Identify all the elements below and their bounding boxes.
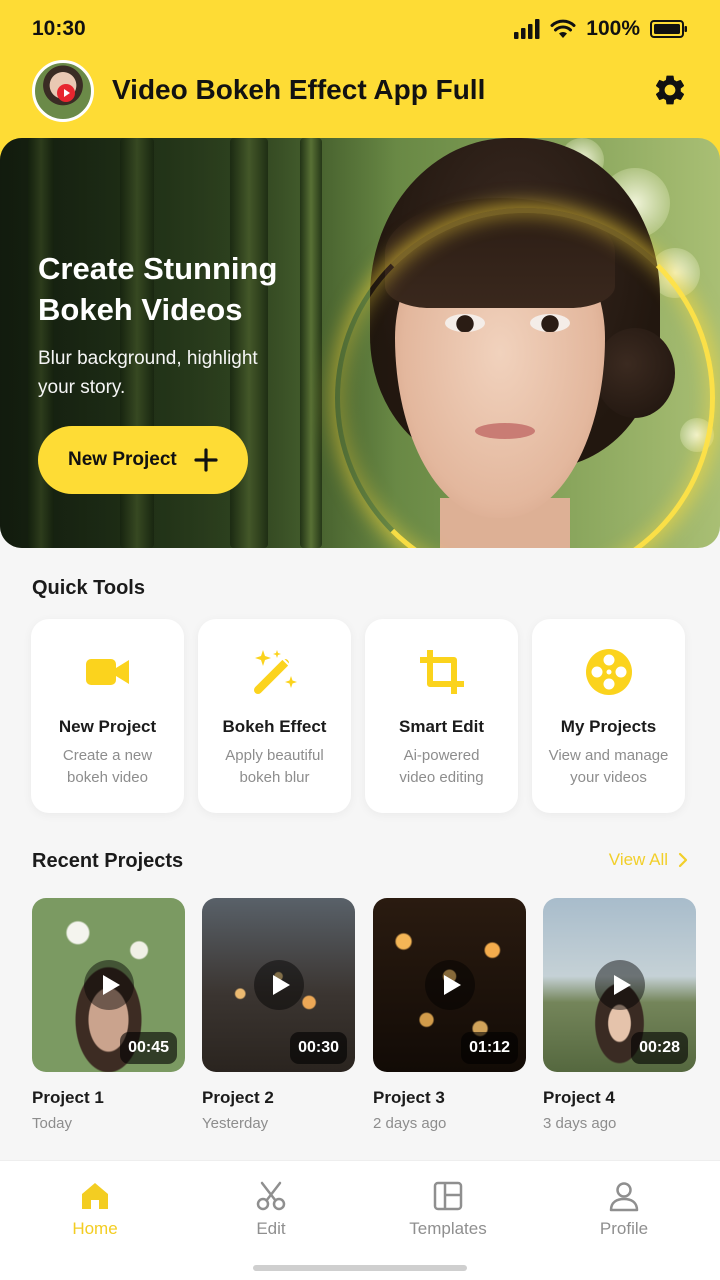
tool-name: Smart Edit bbox=[398, 717, 485, 736]
tool-name: New Project bbox=[58, 717, 157, 736]
play-icon[interactable] bbox=[253, 960, 304, 1010]
tool-my-projects[interactable]: My Projects View and manage your videos bbox=[532, 619, 685, 813]
video-camera-icon bbox=[85, 659, 129, 685]
tool-desc: Apply beautiful bokeh blur bbox=[225, 747, 324, 786]
tool-name: My Projects bbox=[560, 717, 657, 736]
project-date: Yesterday bbox=[202, 1115, 269, 1132]
home-indicator bbox=[253, 1265, 467, 1271]
project-date: Today bbox=[32, 1115, 73, 1132]
status-indicators: 100% bbox=[514, 16, 688, 42]
settings-button[interactable] bbox=[650, 70, 690, 110]
project-card[interactable]: 00:30 Project 2 Yesterday bbox=[202, 898, 355, 1132]
plus-icon bbox=[194, 448, 218, 472]
nav-edit[interactable]: Edit bbox=[201, 1179, 341, 1239]
recent-projects-title: Recent Projects bbox=[32, 850, 184, 872]
nav-templates[interactable]: Templates bbox=[378, 1179, 518, 1239]
wifi-icon bbox=[550, 19, 576, 38]
signal-icon bbox=[514, 19, 540, 39]
new-project-button[interactable]: New Project bbox=[38, 426, 248, 494]
bottom-nav: Home Edit Templates Profile bbox=[0, 1160, 720, 1280]
project-card[interactable]: 00:45 Project 1 Today bbox=[32, 898, 185, 1132]
nav-label: Edit bbox=[256, 1219, 286, 1238]
hero-title: Create Stunning Bokeh Videos bbox=[38, 251, 278, 327]
tool-desc: View and manage your videos bbox=[548, 747, 669, 786]
quick-tools: New Project Create a new bokeh video Bok… bbox=[31, 619, 691, 813]
project-card[interactable]: 01:12 Project 3 2 days ago bbox=[373, 898, 526, 1132]
play-icon[interactable] bbox=[424, 960, 475, 1010]
play-icon[interactable] bbox=[594, 960, 645, 1010]
nav-label: Templates bbox=[409, 1219, 487, 1238]
scissors-icon bbox=[256, 1181, 286, 1211]
hero-text: Create Stunning Bokeh Videos Blur backgr… bbox=[38, 248, 338, 402]
nav-label: Home bbox=[72, 1219, 118, 1238]
duration-badge: 00:30 bbox=[290, 1032, 347, 1064]
avatar-play-icon bbox=[57, 84, 75, 102]
view-all-label: View All bbox=[608, 850, 668, 869]
project-name: Project 3 bbox=[373, 1088, 445, 1107]
project-thumbnail[interactable]: 00:30 bbox=[202, 898, 355, 1072]
app-header: 10:30 100% Video Bokeh Effect App Full bbox=[0, 0, 720, 160]
gear-icon bbox=[655, 75, 685, 105]
magic-wand-icon bbox=[253, 650, 297, 694]
app-bar: Video Bokeh Effect App Full bbox=[0, 58, 720, 124]
status-time: 10:30 bbox=[32, 17, 86, 40]
project-card[interactable]: 00:28 Project 4 3 days ago bbox=[543, 898, 696, 1132]
project-thumbnail[interactable]: 01:12 bbox=[373, 898, 526, 1072]
person-icon bbox=[609, 1182, 639, 1212]
tool-new-project[interactable]: New Project Create a new bokeh video bbox=[31, 619, 184, 813]
nav-home[interactable]: Home bbox=[25, 1179, 165, 1239]
crop-icon bbox=[419, 650, 464, 694]
quick-tools-title: Quick Tools bbox=[32, 577, 145, 599]
new-project-label: New Project bbox=[68, 449, 177, 470]
status-bar: 10:30 100% bbox=[0, 0, 720, 58]
project-thumbnail[interactable]: 00:28 bbox=[543, 898, 696, 1072]
avatar[interactable] bbox=[32, 60, 94, 122]
project-thumbnail[interactable]: 00:45 bbox=[32, 898, 185, 1072]
project-name: Project 2 bbox=[202, 1088, 274, 1107]
hero-subtitle: Blur background, highlight your story. bbox=[38, 348, 258, 398]
duration-badge: 00:45 bbox=[120, 1032, 177, 1064]
hero-banner: Create Stunning Bokeh Videos Blur backgr… bbox=[0, 138, 720, 548]
tool-smart-edit[interactable]: Smart Edit Ai-powered video editing bbox=[365, 619, 518, 813]
duration-badge: 00:28 bbox=[631, 1032, 688, 1064]
templates-icon bbox=[433, 1181, 463, 1211]
project-date: 3 days ago bbox=[543, 1115, 617, 1132]
nav-profile[interactable]: Profile bbox=[554, 1179, 694, 1239]
tool-name: Bokeh Effect bbox=[222, 717, 327, 736]
project-name: Project 1 bbox=[32, 1088, 104, 1107]
tool-bokeh-effect[interactable]: Bokeh Effect Apply beautiful bokeh blur bbox=[198, 619, 351, 813]
battery-percent: 100% bbox=[586, 17, 640, 40]
project-date: 2 days ago bbox=[373, 1115, 447, 1132]
play-icon[interactable] bbox=[83, 960, 134, 1010]
chevron-right-icon bbox=[678, 852, 688, 868]
tool-desc: Create a new bokeh video bbox=[62, 747, 153, 786]
recent-projects-list: 00:45 Project 1 Today 00:30 Project 2 Ye… bbox=[32, 898, 697, 1138]
nav-label: Profile bbox=[599, 1219, 649, 1238]
app-title: Video Bokeh Effect App Full bbox=[112, 74, 486, 105]
film-reel-icon bbox=[585, 649, 632, 695]
duration-badge: 01:12 bbox=[461, 1032, 518, 1064]
battery-icon bbox=[650, 20, 687, 38]
tool-desc: Ai-powered video editing bbox=[399, 747, 484, 786]
project-name: Project 4 bbox=[543, 1088, 615, 1107]
home-icon bbox=[82, 1183, 108, 1209]
view-all-link[interactable]: View All bbox=[609, 850, 688, 870]
